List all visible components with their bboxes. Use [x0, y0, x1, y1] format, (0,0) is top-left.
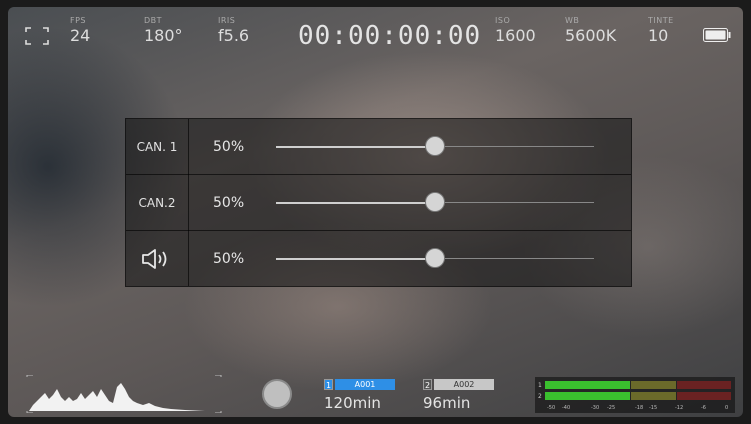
- meter-scale-mark: -18: [635, 405, 643, 411]
- channel-2-slider[interactable]: [276, 192, 594, 212]
- fps-value: 24: [70, 26, 91, 45]
- speaker-slider[interactable]: [276, 248, 594, 268]
- meter-scale-mark: 0: [725, 405, 728, 411]
- channel-2-percent: 50%: [213, 194, 245, 211]
- audio-row-channel-1: CAN. 1 50%: [126, 119, 631, 174]
- speaker-percent: 50%: [213, 250, 245, 267]
- meter-scale-mark: -6: [701, 405, 706, 411]
- frame-guide-icon[interactable]: [25, 27, 49, 45]
- iso-value: 1600: [495, 26, 536, 45]
- histogram[interactable]: [25, 375, 223, 413]
- meter-2-yellow: [631, 392, 676, 400]
- meter-scale-mark: -12: [675, 405, 683, 411]
- card-1-name: A001: [335, 379, 395, 390]
- speaker-icon: [142, 248, 167, 269]
- meter-channel-1-label: 1: [538, 382, 542, 389]
- audio-levels-panel: CAN. 1 50% CAN.2 50% 50%: [125, 118, 632, 287]
- audio-row-channel-2: CAN.2 50%: [126, 175, 631, 230]
- meter-2-red: [677, 392, 731, 400]
- camera-screen: FPS 24 DBT 180° IRIS f5.6 00:00:00:00 IS…: [8, 7, 743, 417]
- slider-fill: [276, 257, 435, 260]
- iso-label: ISO: [495, 16, 511, 25]
- shutter-value: 180°: [144, 26, 183, 45]
- card-2-name: A002: [434, 379, 494, 390]
- meter-1-yellow: [631, 381, 676, 389]
- timecode[interactable]: 00:00:00:00: [298, 21, 481, 51]
- channel-2-label[interactable]: CAN.2: [126, 175, 188, 230]
- meter-scale-mark: -15: [649, 405, 657, 411]
- meter-1-red: [677, 381, 731, 389]
- fps-label: FPS: [70, 16, 87, 25]
- fps-readout[interactable]: FPS 24: [70, 16, 90, 45]
- slider-knob[interactable]: [425, 192, 445, 212]
- shutter-label: DBT: [144, 16, 163, 25]
- tint-readout[interactable]: TINTE 10: [648, 16, 674, 45]
- battery-icon: [703, 28, 731, 42]
- card-2-slot: 2: [423, 379, 432, 390]
- tint-label: TINTE: [648, 16, 674, 25]
- record-button[interactable]: [262, 379, 292, 409]
- iris-readout[interactable]: IRIS f5.6: [218, 16, 249, 45]
- meter-1-green: [545, 381, 630, 389]
- meter-scale-mark: -50: [547, 405, 555, 411]
- media-card-2[interactable]: 2 A002 96min: [423, 379, 494, 412]
- white-balance-value: 5600K: [565, 26, 617, 45]
- iris-label: IRIS: [218, 16, 236, 25]
- bottom-status-bar: 1 A001 120min 2 A002 96min 1 2 -50 -40 -…: [8, 371, 743, 417]
- slider-fill: [276, 201, 435, 204]
- meter-scale-mark: -40: [562, 405, 570, 411]
- slider-knob[interactable]: [425, 136, 445, 156]
- card-2-remaining: 96min: [423, 394, 471, 412]
- white-balance-label: WB: [565, 16, 580, 25]
- iso-readout[interactable]: ISO 1600: [495, 16, 536, 45]
- shutter-readout[interactable]: DBT 180°: [144, 16, 183, 45]
- card-1-remaining: 120min: [324, 394, 381, 412]
- card-1-slot: 1: [324, 379, 333, 390]
- slider-knob[interactable]: [425, 248, 445, 268]
- meter-2-green: [545, 392, 630, 400]
- iris-value: f5.6: [218, 26, 250, 45]
- white-balance-readout[interactable]: WB 5600K: [565, 16, 616, 45]
- audio-meters[interactable]: 1 2 -50 -40 -30 -25 -18 -15 -12 -6 0: [535, 377, 735, 413]
- meter-scale-mark: -30: [591, 405, 599, 411]
- audio-row-speaker: 50%: [126, 231, 631, 286]
- speaker-button[interactable]: [126, 231, 188, 286]
- tint-value: 10: [648, 26, 669, 45]
- channel-1-percent: 50%: [213, 138, 245, 155]
- channel-1-label[interactable]: CAN. 1: [126, 119, 188, 174]
- slider-fill: [276, 145, 435, 148]
- meter-channel-2-label: 2: [538, 393, 542, 400]
- media-card-1[interactable]: 1 A001 120min: [324, 379, 395, 412]
- meter-scale-mark: -25: [607, 405, 615, 411]
- channel-1-slider[interactable]: [276, 136, 594, 156]
